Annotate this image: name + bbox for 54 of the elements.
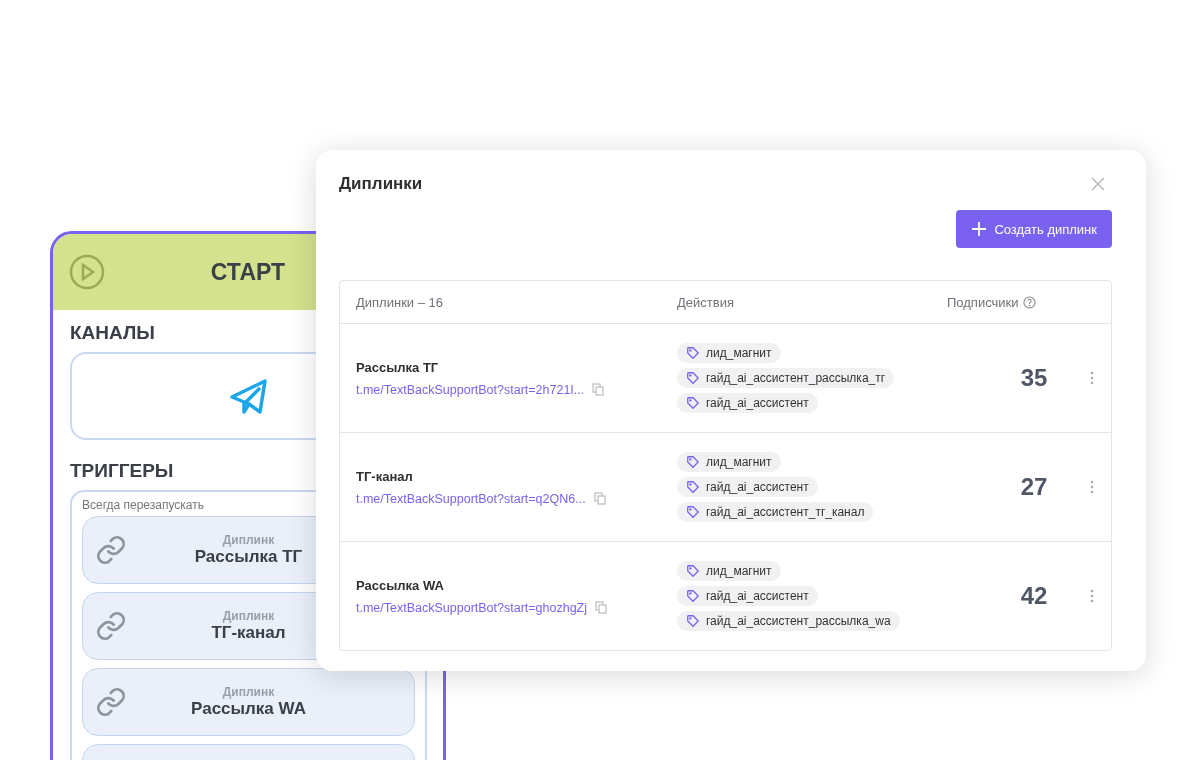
tag-icon bbox=[686, 455, 700, 469]
create-deeplink-button[interactable]: Создать диплинк bbox=[956, 210, 1112, 248]
column-header: Действия bbox=[677, 294, 734, 310]
deeplink-name: ТГ-канал bbox=[356, 468, 414, 484]
more-menu-button[interactable] bbox=[1089, 370, 1095, 386]
node-title: СТАРТ bbox=[210, 258, 286, 285]
paper-plane-icon bbox=[228, 377, 269, 415]
tag-icon bbox=[686, 480, 700, 494]
action-tag: гайд_ai_ассистент_рассылка_wa bbox=[677, 611, 900, 631]
tag-icon bbox=[686, 589, 700, 603]
copy-icon[interactable] bbox=[593, 492, 606, 505]
link-icon bbox=[95, 534, 127, 566]
copy-icon[interactable] bbox=[595, 601, 608, 614]
link-icon bbox=[95, 610, 127, 642]
copy-icon[interactable] bbox=[592, 383, 605, 396]
plus-icon bbox=[972, 222, 987, 236]
tag-icon bbox=[686, 396, 700, 410]
action-tag: гайд_ai_ассистент bbox=[677, 477, 818, 497]
action-tag: гайд_ai_ассистент_рассылка_тг bbox=[677, 368, 895, 388]
trigger-name: Рассылка WA bbox=[191, 699, 306, 719]
action-tag: гайд_ai_ассистент bbox=[677, 586, 818, 606]
trigger-name: Рассылка ТГ bbox=[194, 547, 303, 567]
trigger-type: Диплинк bbox=[222, 685, 275, 699]
trigger-type: Диплинк bbox=[222, 609, 275, 623]
action-tag: лид_магнит bbox=[677, 343, 781, 363]
action-tag: гайд_ai_ассистент_тг_канал bbox=[677, 502, 874, 522]
tag-icon bbox=[686, 505, 700, 519]
deeplink-name: Рассылка ТГ bbox=[356, 359, 440, 375]
more-menu-button[interactable] bbox=[1089, 479, 1095, 495]
close-button[interactable] bbox=[1089, 175, 1107, 193]
action-tag: лид_магнит bbox=[677, 452, 781, 472]
action-tag: лид_магнит bbox=[677, 561, 781, 581]
column-header: Подписчики bbox=[947, 294, 1019, 310]
tag-icon bbox=[686, 371, 700, 385]
subscriber-count: 42 bbox=[1020, 582, 1048, 610]
tag-icon bbox=[686, 346, 700, 360]
subscriber-count: 27 bbox=[1020, 473, 1048, 501]
section-heading: КАНАЛЫ bbox=[70, 322, 155, 344]
trigger-type: Диплинк bbox=[222, 533, 275, 547]
section-heading: ТРИГГЕРЫ bbox=[70, 460, 174, 482]
trigger-name: ТГ-канал bbox=[211, 623, 286, 643]
help-icon[interactable] bbox=[1022, 295, 1036, 309]
column-header: Диплинки – 16 bbox=[356, 294, 443, 310]
more-menu-button[interactable] bbox=[1089, 588, 1095, 604]
tag-icon bbox=[686, 564, 700, 578]
action-tag: гайд_ai_ассистент bbox=[677, 393, 818, 413]
subscriber-count: 35 bbox=[1020, 364, 1048, 392]
link-icon bbox=[95, 686, 127, 718]
deeplink-url[interactable]: t.me/TextBackSupportBot?start=2h721I... bbox=[356, 382, 585, 397]
trigger-item[interactable]: Диплинк Рассылка WA bbox=[82, 668, 415, 736]
tag-icon bbox=[686, 614, 700, 628]
deeplink-url[interactable]: t.me/TextBackSupportBot?start=q2QN6... bbox=[356, 491, 586, 506]
dialog-title: Диплинки bbox=[339, 174, 423, 194]
play-icon[interactable] bbox=[69, 254, 105, 290]
